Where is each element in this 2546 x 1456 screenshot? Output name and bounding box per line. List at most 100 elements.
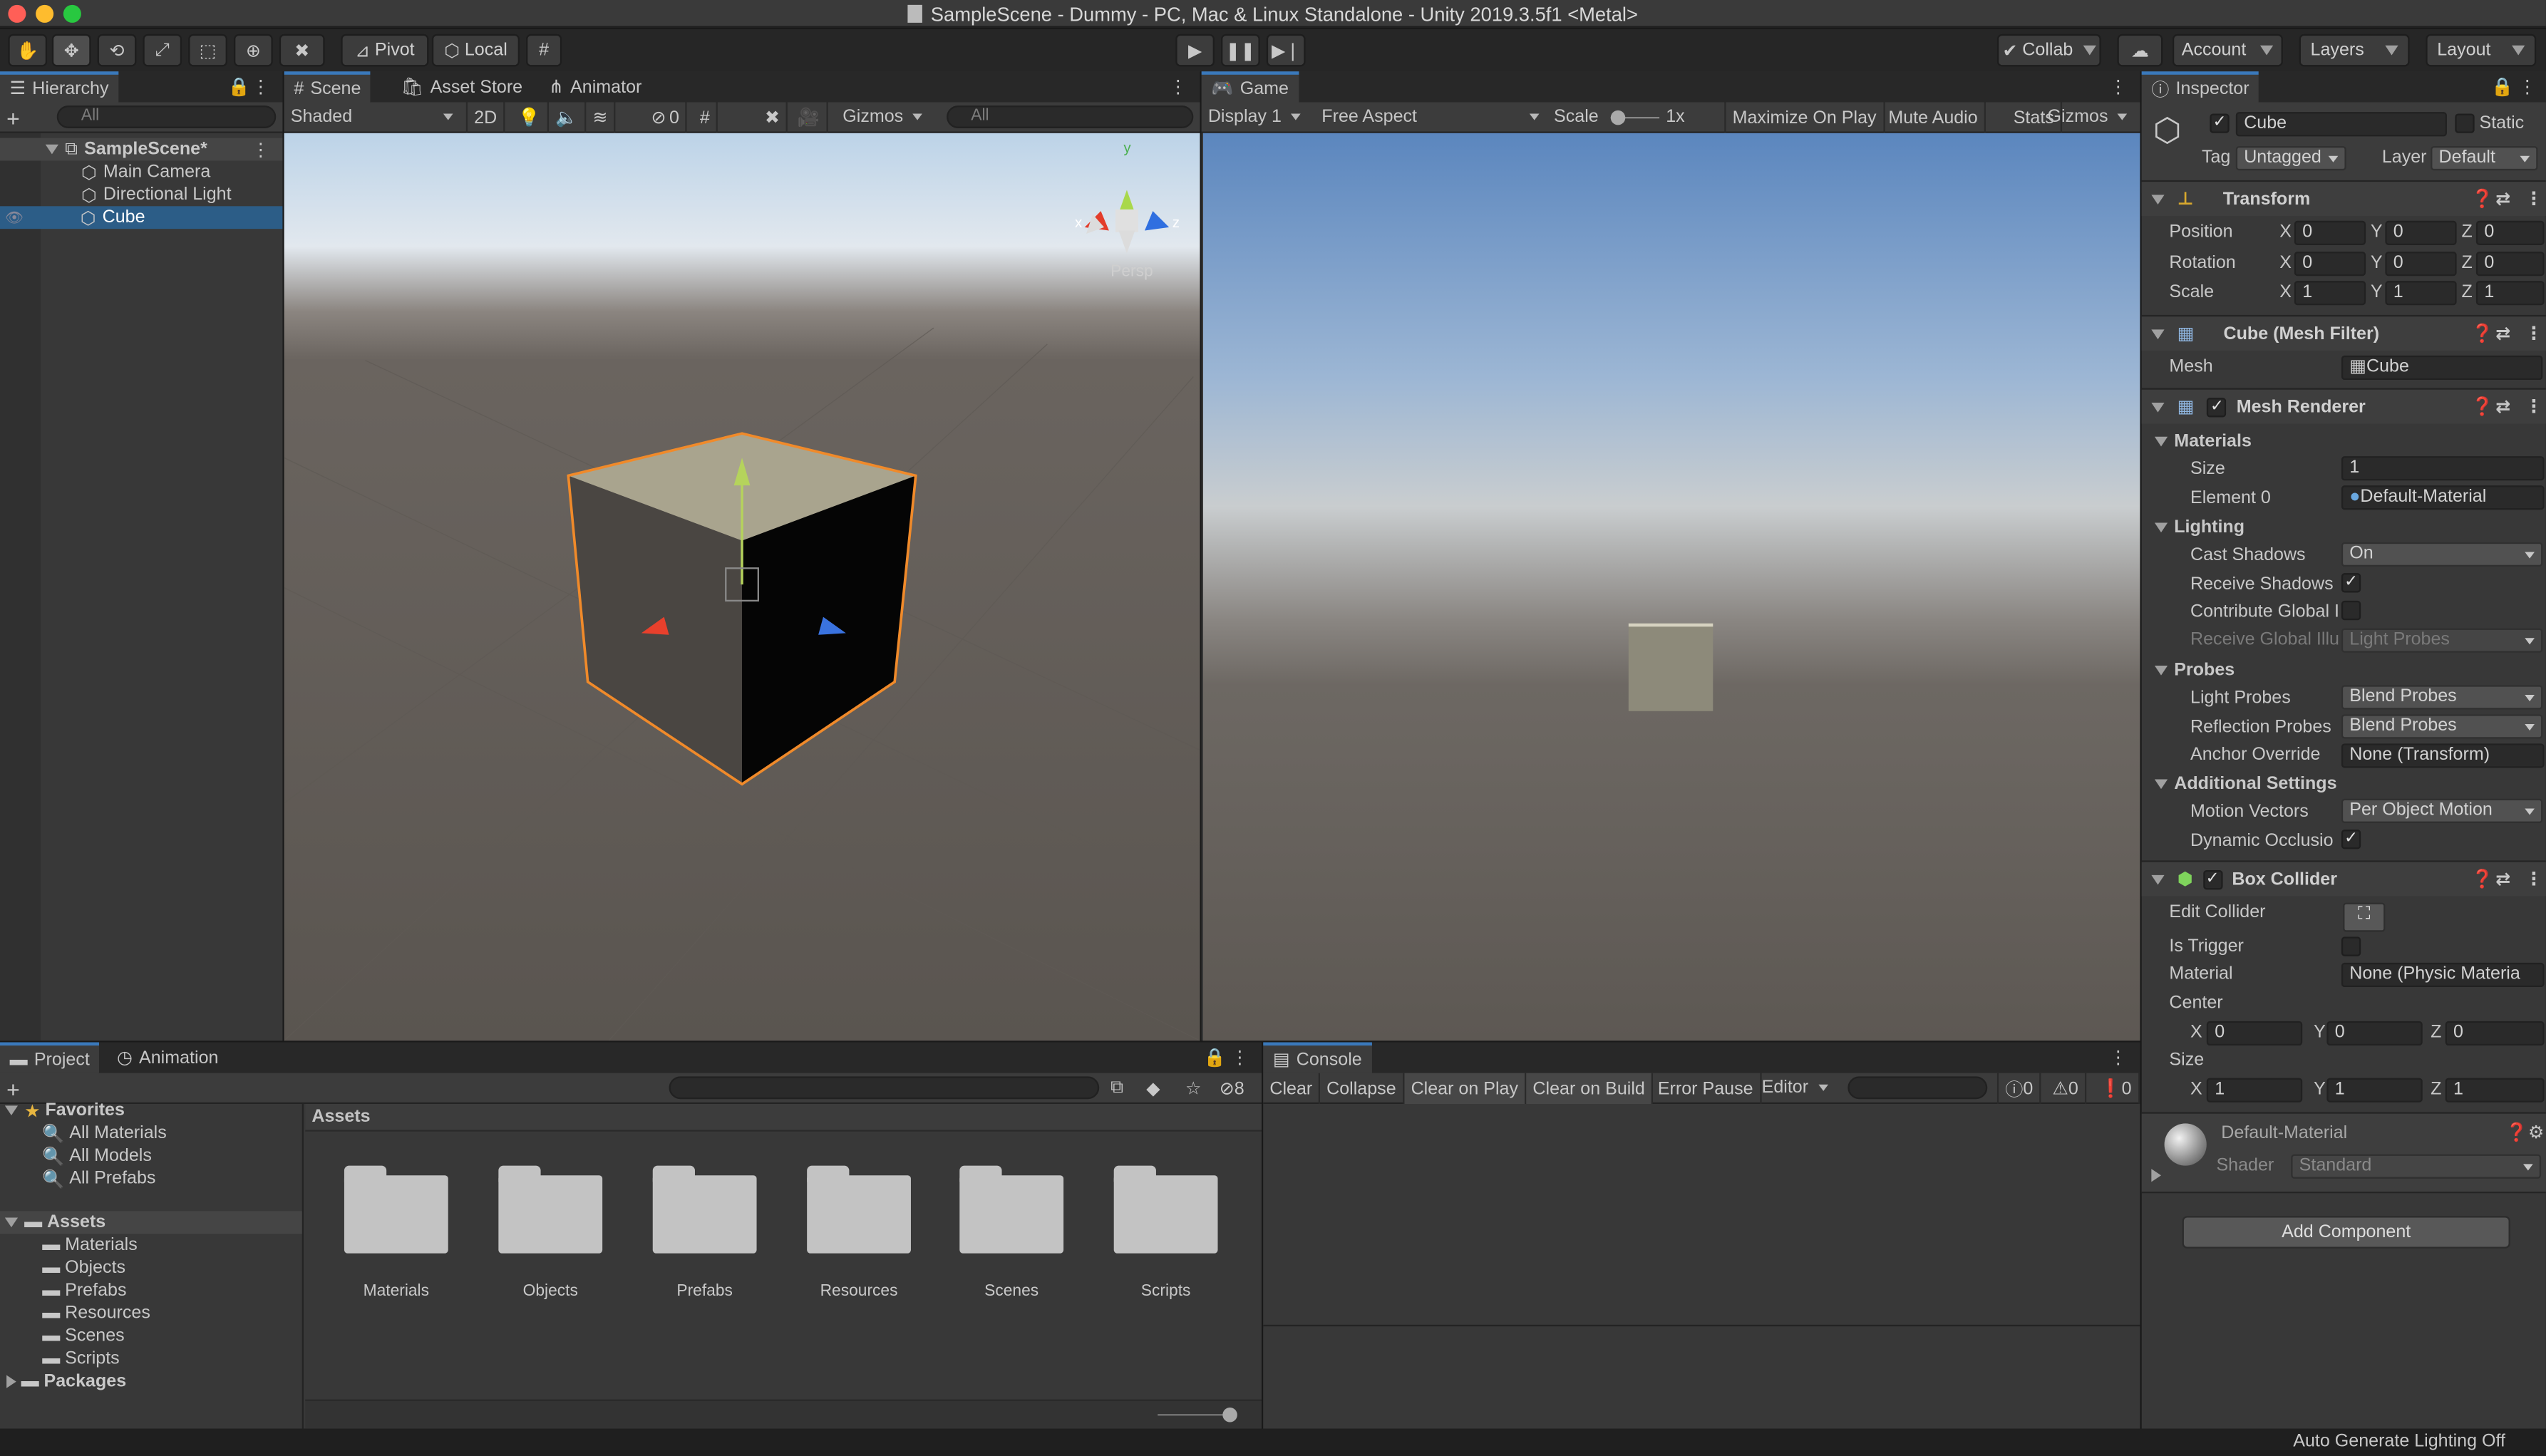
presets-icon[interactable]: ⇄ [2495, 188, 2510, 210]
component-menu-icon[interactable]: ⋮ [2525, 188, 2542, 210]
center-z-field[interactable]: 0 [2445, 1021, 2545, 1046]
help-icon[interactable]: ❓ [2471, 396, 2493, 417]
hierarchy-search-input[interactable]: All [56, 105, 277, 128]
transform-header[interactable]: ⊥ Transform ❓ ⇄ ⋮ [2141, 180, 2546, 216]
effects-dropdown[interactable]: ≋ [586, 102, 616, 133]
folder-item[interactable]: ▬ Scripts [0, 1348, 302, 1370]
light-probes-dropdown[interactable]: Blend Probes [2341, 685, 2543, 710]
favorite-item[interactable]: 🔍 All Prefabs [0, 1167, 302, 1190]
component-menu-icon[interactable]: ⋮ [2525, 869, 2542, 889]
project-search-input[interactable] [669, 1076, 1100, 1100]
transform-tool-button[interactable]: ⊕ [234, 33, 273, 67]
layout-dropdown[interactable]: Layout [2426, 33, 2537, 67]
position-y-field[interactable]: 0 [2385, 220, 2457, 245]
lock-icon[interactable]: 🔒 [2491, 76, 2513, 97]
lighting-status-text[interactable]: Auto Generate Lighting Off [2293, 1432, 2505, 1451]
pause-button[interactable]: ❚❚ [1221, 33, 1260, 67]
tab-animator[interactable]: ⋔ Animator [539, 71, 651, 102]
rotate-tool-button[interactable]: ⟲ [97, 33, 137, 67]
icon-size-slider[interactable] [1158, 1408, 1237, 1423]
tab-console[interactable]: ▤ Console [1263, 1042, 1372, 1073]
additional-settings-foldout[interactable]: Additional Settings [2142, 770, 2546, 799]
tab-scene[interactable]: # Scene [284, 71, 371, 103]
shader-dropdown[interactable]: Standard [2291, 1154, 2542, 1179]
mesh-renderer-enabled-checkbox[interactable]: ✓ [2207, 396, 2227, 417]
static-checkbox[interactable] [2455, 113, 2475, 133]
mute-audio-toggle[interactable]: Mute Audio [1882, 102, 1986, 133]
account-dropdown[interactable]: Account [2172, 33, 2283, 67]
gizmos-dropdown[interactable]: Gizmos [842, 107, 922, 126]
scale-y-field[interactable]: 1 [2385, 281, 2457, 306]
folder-tile-resources[interactable] [807, 1165, 911, 1254]
presets-icon[interactable]: ⇄ [2495, 869, 2510, 889]
console-search-input[interactable] [1847, 1076, 1988, 1100]
log-count-toggle[interactable]: ⓘ 0 [1996, 1073, 2041, 1105]
error-pause-toggle[interactable]: Error Pause [1651, 1073, 1761, 1105]
folder-tile-prefabs[interactable] [652, 1165, 757, 1254]
maximize-on-play-toggle[interactable]: Maximize On Play [1724, 102, 1885, 133]
component-menu-icon[interactable]: ⋮ [2525, 323, 2542, 344]
tab-animation[interactable]: ◷ Animation [107, 1042, 228, 1073]
play-button[interactable]: ▶ [1175, 33, 1215, 67]
hierarchy-item[interactable]: ⬡ Directional Light [0, 183, 282, 206]
folder-tile-objects[interactable] [498, 1165, 603, 1254]
assets-breadcrumb[interactable]: Assets [305, 1104, 1262, 1132]
collapse-arrow-icon[interactable] [2151, 329, 2165, 339]
size-z-field[interactable]: 1 [2445, 1078, 2545, 1103]
scene-menu-icon[interactable]: ⋮ [252, 139, 269, 160]
favorites-item[interactable]: ★ Favorites [0, 1099, 302, 1122]
error-count-toggle[interactable]: ❗ 0 [2093, 1073, 2140, 1105]
packages-folder-item[interactable]: ▬ Packages [0, 1370, 302, 1393]
cloud-button[interactable]: ☁ [2117, 33, 2163, 67]
tab-project[interactable]: ▬ Project [0, 1042, 100, 1073]
object-name-field[interactable]: Cube [2235, 112, 2447, 137]
settings-icon[interactable]: ⚙ [2528, 1122, 2544, 1142]
game-gizmos-dropdown[interactable]: Gizmos [2048, 107, 2128, 126]
2d-toggle[interactable]: 2D [465, 102, 505, 133]
more-menu-icon[interactable]: ⋮ [2518, 76, 2536, 97]
scale-slider-thumb[interactable] [1610, 110, 1626, 125]
hidden-objects-toggle[interactable]: ⊘ 0 [644, 102, 688, 133]
add-icon[interactable]: + [6, 105, 20, 131]
materials-size-field[interactable]: 1 [2341, 456, 2545, 481]
motion-vectors-dropdown[interactable]: Per Object Motion [2341, 798, 2543, 823]
display-dropdown[interactable]: Display 1 [1208, 107, 1301, 126]
clear-on-play-toggle[interactable]: Clear on Play [1404, 1073, 1527, 1105]
tab-hierarchy[interactable]: ☰ Hierarchy [0, 71, 119, 103]
folder-item[interactable]: ▬ Scenes [0, 1325, 302, 1348]
lighting-toggle[interactable]: 💡 [512, 102, 549, 133]
add-component-button[interactable]: Add Component [2182, 1216, 2510, 1249]
grid-toggle[interactable]: # [694, 102, 718, 133]
console-log-list[interactable] [1263, 1104, 2140, 1327]
more-menu-icon[interactable]: ⋮ [2109, 1047, 2127, 1068]
active-checkbox[interactable]: ✓ [2210, 113, 2230, 133]
tools-toggle[interactable]: ✖ [758, 102, 788, 133]
warning-count-toggle[interactable]: ⚠ 0 [2046, 1073, 2087, 1105]
icon-size-slider-thumb[interactable] [1222, 1408, 1237, 1423]
rotation-y-field[interactable]: 0 [2385, 252, 2457, 277]
collab-dropdown[interactable]: ✔ Collab [1996, 33, 2101, 67]
help-icon[interactable]: ❓ [2505, 1122, 2527, 1142]
folder-item[interactable]: ▬ Objects [0, 1256, 302, 1279]
favorite-item[interactable]: 🔍 All Models [0, 1145, 302, 1167]
tab-inspector[interactable]: ⓘ Inspector [2141, 71, 2259, 103]
collapse-arrow-icon[interactable] [2151, 874, 2165, 884]
lighting-foldout[interactable]: Lighting [2142, 513, 2546, 542]
position-x-field[interactable]: 0 [2294, 220, 2366, 245]
rotation-x-field[interactable]: 0 [2294, 252, 2366, 277]
pivot-toggle[interactable]: ⊿ Pivot [341, 33, 429, 67]
camera-dropdown[interactable]: 🎥 [790, 102, 828, 133]
collapse-arrow-icon[interactable] [2151, 194, 2165, 204]
local-toggle[interactable]: ⬡ Local [431, 33, 520, 67]
material-section[interactable]: Default-Material ❓ ⚙ Shader Standard [2141, 1112, 2546, 1194]
folder-item[interactable]: ▬ Materials [0, 1234, 302, 1256]
aspect-dropdown[interactable]: Free Aspect [1321, 107, 1539, 126]
layers-dropdown[interactable]: Layers [2299, 33, 2410, 67]
more-menu-icon[interactable]: ⋮ [2109, 76, 2127, 97]
position-z-field[interactable]: 0 [2475, 220, 2545, 245]
box-collider-enabled-checkbox[interactable]: ✓ [2202, 869, 2222, 889]
label-icon[interactable]: ◆ [1146, 1078, 1160, 1099]
mesh-field[interactable]: ▦Cube [2341, 355, 2543, 381]
projection-label[interactable]: Persp [1110, 263, 1153, 281]
cast-shadows-dropdown[interactable]: On [2341, 542, 2543, 567]
